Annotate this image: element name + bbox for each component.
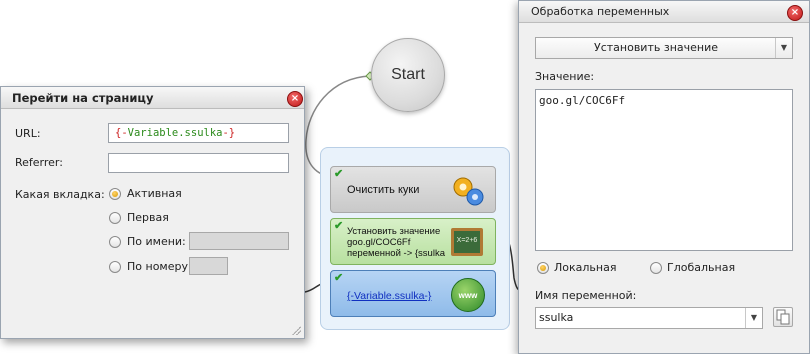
www-globe-icon: www <box>451 278 485 312</box>
url-token-close: -} <box>222 127 236 139</box>
tab-radio-by-name[interactable] <box>109 236 121 248</box>
tab-name-input[interactable] <box>189 232 289 250</box>
dialog-title[interactable]: Обработка переменных <box>519 1 809 23</box>
scope-radio-global[interactable] <box>650 262 662 274</box>
close-icon[interactable]: × <box>787 5 803 21</box>
goto-page-dialog: Перейти на страницу × URL: {-Variable.ss… <box>0 86 305 339</box>
tab-radio-active[interactable] <box>109 188 121 200</box>
tab-option-by-name: По имени: <box>127 235 186 248</box>
referrer-label: Referrer: <box>15 156 63 169</box>
url-token-var: Variable.ssulka <box>127 127 223 139</box>
url-label: URL: <box>15 127 41 140</box>
tab-option-first: Первая <box>127 211 169 224</box>
url-input[interactable]: {-Variable.ssulka-} <box>108 123 289 143</box>
resize-grip[interactable] <box>291 325 301 335</box>
chevron-down-icon: ▼ <box>775 38 792 58</box>
tab-number-input[interactable] <box>189 257 228 275</box>
check-icon: ✔ <box>334 168 344 180</box>
goto-page-block[interactable]: ✔ {-Variable.ssulka-} www <box>330 270 496 317</box>
var-name-select[interactable]: ssulka ▼ <box>535 307 763 329</box>
chevron-down-icon: ▼ <box>745 308 762 328</box>
tab-option-active: Активная <box>127 187 182 200</box>
var-name-label: Имя переменной: <box>535 289 637 302</box>
action-select[interactable]: Установить значение ▼ <box>535 37 793 59</box>
dialog-title[interactable]: Перейти на страницу <box>1 87 304 109</box>
block-label: Установить значение goo.gl/COC6Ff переме… <box>347 226 445 259</box>
variables-dialog: Обработка переменных × Установить значен… <box>518 0 810 354</box>
tab-radio-first[interactable] <box>109 212 121 224</box>
start-label: Start <box>391 66 425 83</box>
tab-option-by-number: По номеру: <box>127 260 192 273</box>
gears-icon <box>453 177 484 206</box>
scope-option-global: Глобальная <box>667 261 736 274</box>
referrer-input[interactable] <box>108 153 289 173</box>
copy-icon <box>776 309 790 325</box>
var-name-value: ssulka <box>539 311 574 324</box>
block-label: Очистить куки <box>347 184 420 196</box>
start-node[interactable]: Start <box>371 38 445 112</box>
url-token-open: {- <box>115 127 128 139</box>
chalkboard-icon: X=2+6 <box>451 228 483 256</box>
clear-cookies-block[interactable]: ✔ Очистить куки <box>330 166 496 213</box>
check-icon: ✔ <box>334 220 344 232</box>
check-icon: ✔ <box>334 272 344 284</box>
set-value-block[interactable]: ✔ Установить значение goo.gl/COC6Ff пере… <box>330 218 496 265</box>
tab-radio-by-number[interactable] <box>109 261 121 273</box>
close-icon[interactable]: × <box>287 91 303 107</box>
action-select-value: Установить значение <box>594 41 718 54</box>
copy-button[interactable] <box>773 307 793 327</box>
block-label[interactable]: {-Variable.ssulka-} <box>347 290 431 302</box>
tab-label: Какая вкладка: <box>15 188 105 201</box>
value-textarea[interactable]: goo.gl/COC6Ff <box>535 89 793 251</box>
value-label: Значение: <box>535 70 595 83</box>
scope-option-local: Локальная <box>554 261 617 274</box>
scope-radio-local[interactable] <box>537 262 549 274</box>
